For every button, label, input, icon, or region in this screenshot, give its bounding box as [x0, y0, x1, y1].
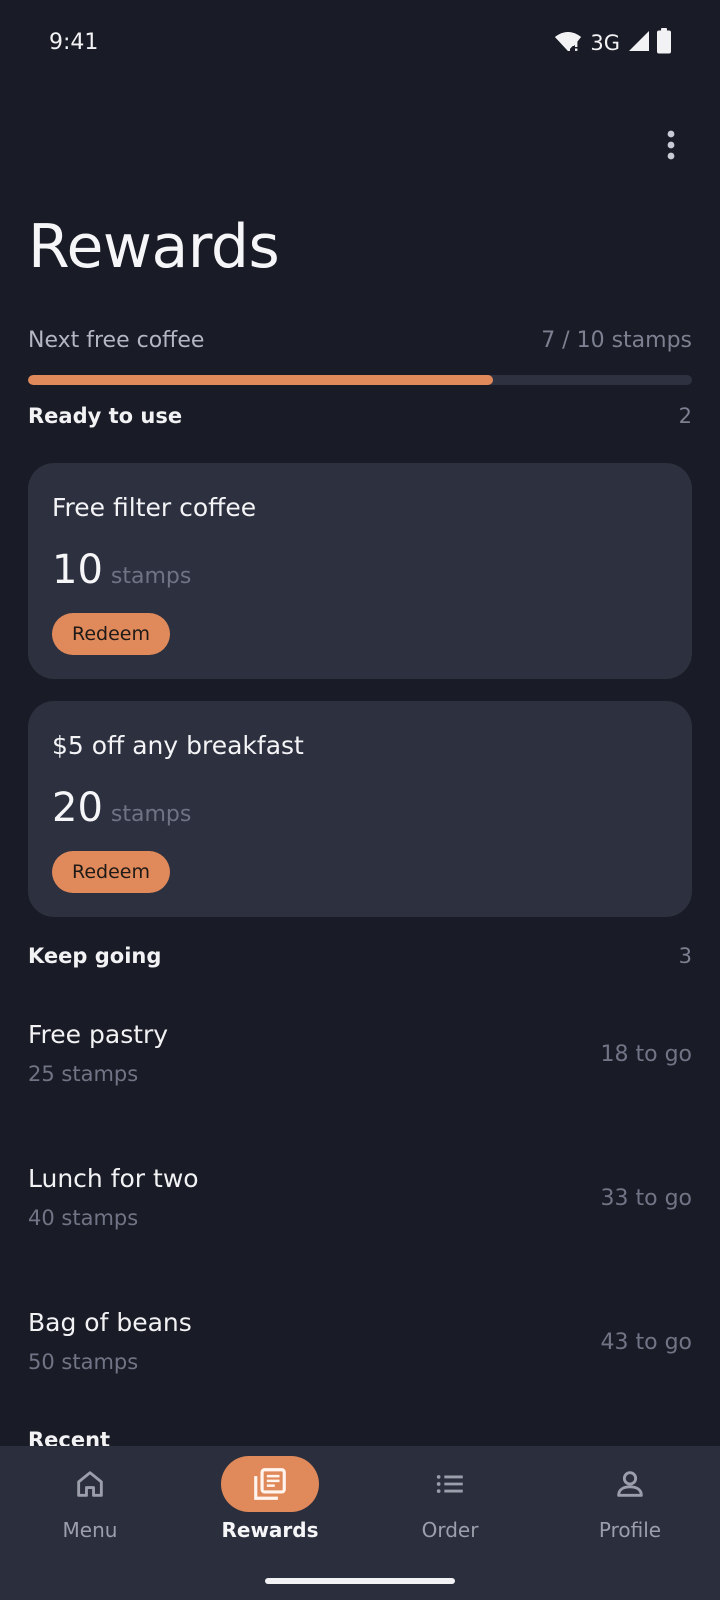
reward-cost: 40 stamps	[28, 1206, 139, 1230]
status-bar: 9:41 3G	[0, 0, 720, 88]
nav-label: Menu	[62, 1518, 118, 1542]
wifi-icon	[554, 30, 582, 56]
nav-pill	[401, 1456, 499, 1512]
reward-name: Bag of beans	[28, 1308, 192, 1337]
reward-card-title: $5 off any breakfast	[52, 731, 304, 760]
page-title: Rewards	[28, 212, 280, 282]
list-item[interactable]: Lunch for two 40 stamps 33 to go	[28, 1164, 692, 1264]
reward-to-go: 43 to go	[600, 1330, 693, 1355]
reward-card-stamp-unit: stamps	[110, 564, 192, 589]
ready-section-header: Ready to use 2	[28, 404, 692, 428]
nav-pill	[221, 1456, 319, 1512]
keep-going-section-title: Keep going	[28, 944, 162, 968]
rewards-icon	[254, 1468, 286, 1500]
progress-label: Next free coffee	[28, 328, 205, 353]
reward-card-stamps: 20 stamps	[52, 785, 191, 831]
nav-label: Profile	[598, 1518, 662, 1542]
reward-card: Free filter coffee 10 stamps Redeem	[28, 463, 692, 679]
nav-item-profile[interactable]: Profile	[540, 1456, 720, 1556]
reward-card-stamp-count: 20	[52, 785, 103, 831]
keep-going-section-header: Keep going 3	[28, 944, 692, 968]
reward-name: Lunch for two	[28, 1164, 199, 1193]
ready-section-count: 2	[678, 404, 692, 428]
reward-to-go: 33 to go	[600, 1186, 693, 1211]
reward-card-title: Free filter coffee	[52, 493, 257, 522]
reward-to-go: 18 to go	[600, 1042, 693, 1067]
nav-item-rewards[interactable]: Rewards	[180, 1456, 360, 1556]
signal-icon	[628, 30, 650, 56]
reward-card-stamp-count: 10	[52, 547, 103, 593]
progress-header: Next free coffee 7 / 10 stamps	[28, 328, 692, 353]
keep-going-section-count: 3	[678, 944, 692, 968]
redeem-button[interactable]: Redeem	[52, 613, 170, 655]
nav-label: Order	[421, 1518, 479, 1542]
list-item[interactable]: Free pastry 25 stamps 18 to go	[28, 1020, 692, 1120]
home-indicator[interactable]	[265, 1578, 455, 1584]
reward-card: $5 off any breakfast 20 stamps Redeem	[28, 701, 692, 917]
redeem-button[interactable]: Redeem	[52, 851, 170, 893]
more-vert-icon	[667, 130, 675, 160]
stamp-progress-bar	[28, 375, 692, 385]
nav-label: Rewards	[221, 1518, 319, 1542]
battery-icon	[656, 28, 672, 58]
more-options-button[interactable]	[650, 124, 692, 166]
list-icon	[436, 1475, 463, 1493]
person-icon	[617, 1471, 643, 1497]
home-icon	[77, 1471, 103, 1497]
reward-name: Free pastry	[28, 1020, 169, 1049]
progress-value: 7 / 10 stamps	[541, 328, 692, 353]
nav-pill	[41, 1456, 139, 1512]
reward-card-stamps: 10 stamps	[52, 547, 191, 593]
nav-pill	[581, 1456, 679, 1512]
nav-item-menu[interactable]: Menu	[0, 1456, 180, 1556]
reward-cost: 50 stamps	[28, 1350, 139, 1374]
reward-cost: 25 stamps	[28, 1062, 139, 1086]
reward-card-stamp-unit: stamps	[110, 802, 192, 827]
nav-item-order[interactable]: Order	[360, 1456, 540, 1556]
bottom-navigation: Menu Rewards Order Profile	[0, 1446, 720, 1600]
list-item[interactable]: Bag of beans 50 stamps 43 to go	[28, 1308, 692, 1408]
status-icons: 3G	[554, 28, 672, 58]
stamp-progress-fill	[28, 375, 493, 385]
network-type: 3G	[590, 31, 620, 55]
status-time: 9:41	[49, 30, 99, 55]
ready-section-title: Ready to use	[28, 404, 183, 428]
